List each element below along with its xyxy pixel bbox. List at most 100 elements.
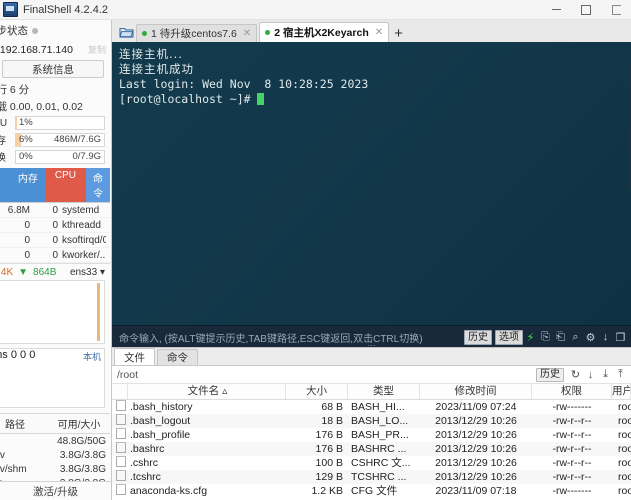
file-name: .bash_logout: [128, 414, 286, 428]
close-icon[interactable]: ✕: [243, 28, 251, 39]
column-modified[interactable]: 修改时间: [420, 384, 532, 399]
copy-ip-button[interactable]: 复制: [88, 43, 106, 56]
table-row[interactable]: 0 0 kthreadd: [0, 218, 110, 233]
tab-commands[interactable]: 命令: [157, 349, 198, 365]
row-checkbox[interactable]: [112, 414, 128, 428]
select-all-checkbox[interactable]: [112, 384, 128, 399]
column-type[interactable]: 类型: [348, 384, 420, 399]
file-owner: root/root: [612, 428, 631, 442]
table-row[interactable]: .cshrc 100 B CSHRC 文... 2013/12/29 10:26…: [112, 456, 631, 470]
sidebar-content: 同步状态 IP 192.168.71.140 复制 系统信息 运行 6 分 负载…: [0, 20, 110, 500]
process-cpu: 0: [30, 235, 62, 246]
file-list-header: 文件名 ▵ 大小 类型 修改时间 权限 用户/用户组: [112, 384, 631, 400]
row-checkbox[interactable]: [112, 484, 128, 498]
file-modified: 2013/12/29 10:26: [420, 456, 532, 470]
disk-path: /: [0, 436, 44, 447]
system-info-button[interactable]: 系统信息: [2, 60, 104, 78]
file-permissions: -rw-r--r--: [532, 442, 612, 456]
table-row[interactable]: /dev3.8G/3.8G: [0, 448, 110, 462]
network-stats-row: ▲ 4K ▼ 864B ens33 ▾: [0, 263, 110, 280]
file-name: .bash_history: [128, 400, 286, 414]
table-row[interactable]: .bashrc 176 B BASHRC ... 2013/12/29 10:2…: [112, 442, 631, 456]
title-bar: FinalShell 4.2.4.2: [0, 0, 631, 20]
connected-dot-icon: [142, 31, 147, 36]
file-history-button[interactable]: 历史: [536, 368, 564, 382]
column-size[interactable]: 大小: [286, 384, 348, 399]
disk-path: /dev/shm: [0, 464, 44, 475]
table-row[interactable]: .bash_history 68 B BASH_HI... 2023/11/09…: [112, 400, 631, 414]
table-row[interactable]: .tcshrc 129 B TCSHRC ... 2013/12/29 10:2…: [112, 470, 631, 484]
latency-graph-ytick: 0: [29, 349, 35, 361]
file-type: TCSHRC ...: [348, 470, 420, 484]
file-size: 18 B: [286, 414, 348, 428]
process-col-command[interactable]: 命令: [86, 168, 110, 202]
terminal-output[interactable]: 连接主机... 连接主机成功 Last login: Wed Nov 8 10:…: [112, 42, 631, 326]
close-icon: [612, 5, 621, 15]
network-interface-label: ens33: [70, 267, 97, 278]
main-body: 同步状态 IP 192.168.71.140 复制 系统信息 运行 6 分 负载…: [0, 20, 631, 500]
column-filename[interactable]: 文件名 ▵: [128, 384, 286, 399]
tab-files[interactable]: 文件: [114, 348, 155, 365]
terminal-prompt-line: [root@localhost ~]#: [119, 92, 624, 107]
network-download-value: 864B: [33, 267, 56, 278]
swap-meter-value: 0/7.9G: [72, 151, 101, 163]
file-owner: root/root: [612, 470, 631, 484]
checkbox-icon: [116, 456, 126, 467]
table-row[interactable]: .bash_profile 176 B BASH_PR... 2013/12/2…: [112, 428, 631, 442]
file-permissions: -rw-r--r--: [532, 470, 612, 484]
chevron-down-icon: ▾: [100, 267, 105, 278]
upload-icon[interactable]: ⤒: [613, 367, 628, 382]
close-icon[interactable]: ✕: [375, 27, 383, 38]
row-checkbox[interactable]: [112, 442, 128, 456]
row-checkbox[interactable]: [112, 400, 128, 414]
terminal-scrollbar[interactable]: [627, 64, 631, 190]
row-checkbox[interactable]: [112, 470, 128, 484]
table-row[interactable]: /dev/shm3.8G/3.8G: [0, 462, 110, 476]
terminal-cursor: [257, 93, 264, 105]
swap-meter: 交换 0% 0/7.9G: [0, 148, 110, 165]
cpu-meter-percent: 1%: [19, 117, 33, 129]
column-owner[interactable]: 用户/用户组: [612, 384, 631, 399]
table-row[interactable]: 0 0 kworker/...: [0, 248, 110, 263]
disk-size: 3.8G/3.8G: [44, 450, 110, 461]
row-checkbox[interactable]: [112, 428, 128, 442]
network-upload-value: 4K: [1, 267, 13, 278]
session-tab-2[interactable]: 2 宿主机X2Keyarch ✕: [259, 22, 389, 42]
refresh-icon[interactable]: ↻: [568, 367, 583, 382]
file-type: BASH_PR...: [348, 428, 420, 442]
table-row[interactable]: 6.8M 0 systemd: [0, 203, 110, 218]
file-panel-tabs: 文件 命令: [112, 348, 631, 366]
sync-status-row: 同步状态: [0, 20, 110, 40]
download-icon[interactable]: ⤓: [598, 367, 613, 382]
process-col-memory[interactable]: 内存: [0, 168, 45, 202]
process-memory: 6.8M: [0, 205, 30, 216]
table-row[interactable]: /48.8G/50G: [0, 434, 110, 448]
minimize-button[interactable]: [541, 0, 571, 19]
table-row[interactable]: .bash_logout 18 B BASH_LO... 2013/12/29 …: [112, 414, 631, 428]
file-type: BASHRC ...: [348, 442, 420, 456]
table-row[interactable]: 0 0 ksoftirqd/0: [0, 233, 110, 248]
row-checkbox[interactable]: [112, 456, 128, 470]
table-row[interactable]: anaconda-ks.cfg 1.2 KB CFG 文件 2023/11/09…: [112, 484, 631, 498]
swap-meter-label: 交换: [0, 149, 12, 164]
process-memory: 0: [0, 220, 30, 231]
close-button[interactable]: [601, 0, 631, 19]
process-col-cpu[interactable]: CPU: [45, 168, 86, 202]
maximize-button[interactable]: [571, 0, 601, 19]
process-command: ksoftirqd/0: [62, 235, 106, 246]
checkbox-icon: [116, 428, 126, 439]
checkbox-icon: [116, 414, 126, 425]
network-interface-select[interactable]: ens33 ▾: [70, 267, 105, 278]
folder-open-icon[interactable]: [116, 22, 136, 42]
cpu-meter-label: CPU: [0, 118, 12, 129]
memory-meter-value: 486M/7.6G: [54, 134, 101, 146]
column-permissions[interactable]: 权限: [532, 384, 612, 399]
sort-icon[interactable]: ↓: [583, 367, 598, 382]
terminal-line: 连接主机...: [119, 47, 624, 62]
session-tab-1[interactable]: 1 待升级centos7.6 ✕: [136, 24, 257, 42]
new-tab-button[interactable]: +: [391, 27, 408, 42]
activate-upgrade-button[interactable]: 激活/升级: [0, 481, 111, 500]
network-graph-bar: [97, 283, 100, 341]
current-path[interactable]: /root: [115, 369, 536, 381]
latency-value: 0ms: [0, 349, 8, 361]
